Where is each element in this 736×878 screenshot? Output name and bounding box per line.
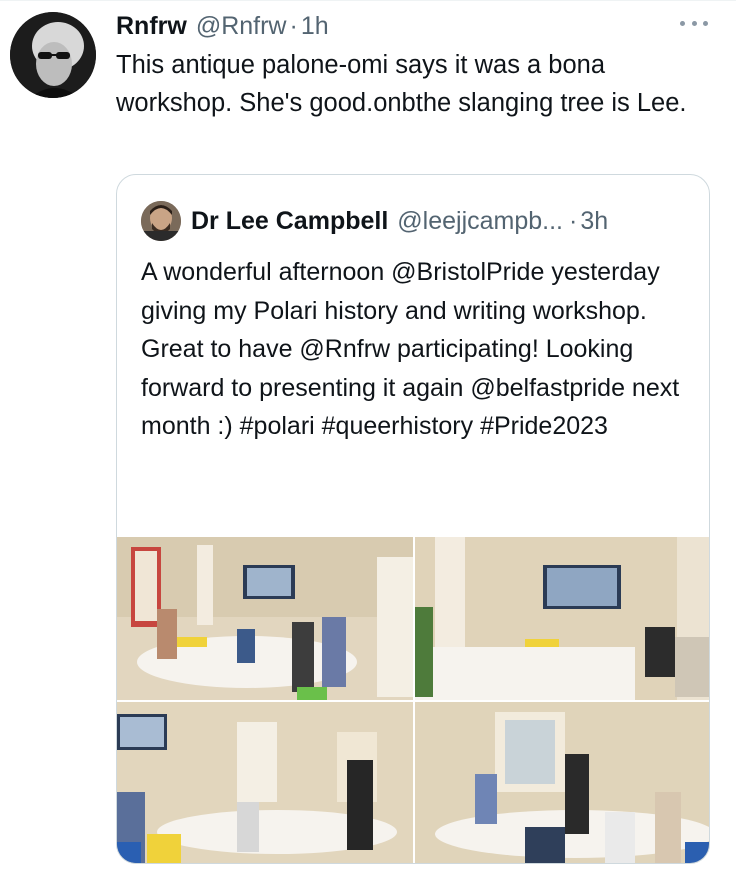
workshop-photo-4-image	[415, 702, 709, 863]
workshop-photo-3-image	[117, 702, 413, 863]
workshop-photo-2-image	[415, 537, 709, 700]
author-avatar-image	[10, 12, 96, 98]
quoted-avatar-image	[141, 201, 181, 241]
more-dot	[680, 20, 685, 26]
workshop-photo-2[interactable]	[415, 537, 709, 700]
more-icon[interactable]	[680, 12, 708, 34]
tweet-timestamp[interactable]: 1h	[301, 10, 329, 42]
author-name[interactable]: Rnfrw	[116, 10, 187, 42]
tweet-text: This antique palone-omi says it was a bo…	[116, 51, 687, 117]
quoted-tweet-timestamp[interactable]: 3h	[580, 205, 608, 237]
author-avatar[interactable]	[10, 12, 96, 98]
tweet-header: Rnfrw @Rnfrw · 1h	[116, 10, 329, 42]
separator-dot: ·	[569, 207, 578, 235]
more-dot	[691, 20, 697, 26]
top-divider	[0, 0, 736, 1]
workshop-photo-4[interactable]	[415, 702, 709, 863]
quoted-author-name[interactable]: Dr Lee Campbell	[191, 205, 388, 237]
author-handle[interactable]: @Rnfrw	[196, 10, 287, 42]
quoted-author-handle[interactable]: @leejjcampb...	[397, 205, 563, 237]
quoted-tweet-text: A wonderful afternoon @BristolPride yest…	[141, 258, 680, 440]
workshop-photo-1[interactable]	[117, 537, 413, 700]
separator-dot: ·	[289, 12, 298, 40]
media-grid	[117, 537, 709, 863]
quoted-tweet-header: Dr Lee Campbell @leejjcampb... · 3h	[191, 205, 608, 237]
workshop-photo-3[interactable]	[117, 702, 413, 863]
quoted-author-avatar[interactable]	[141, 201, 181, 241]
quoted-tweet[interactable]: Dr Lee Campbell @leejjcampb... · 3h A wo…	[116, 174, 710, 864]
workshop-photo-1-image	[117, 537, 413, 700]
more-dot	[703, 20, 708, 26]
